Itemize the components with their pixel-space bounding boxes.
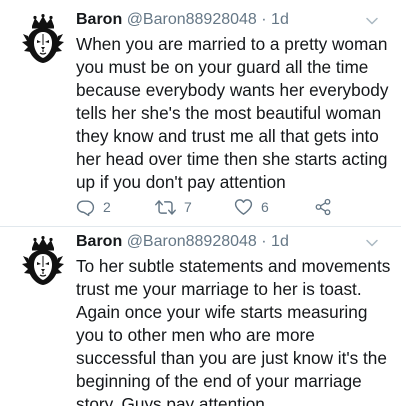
tweet-header: Baron @Baron88928048 · 1d (76, 10, 289, 30)
tweet[interactable]: Baron @Baron88928048 · 1d To her subtle … (0, 226, 401, 406)
avatar[interactable] (18, 236, 68, 286)
chevron-down-icon[interactable] (365, 236, 379, 250)
separator: · (261, 233, 267, 250)
reply-count: 2 (103, 199, 111, 215)
like-count: 6 (261, 199, 269, 215)
retweet-count: 7 (184, 199, 192, 215)
tweet[interactable]: Baron @Baron88928048 · 1d When you are m… (0, 0, 401, 226)
share-icon (315, 198, 331, 216)
tweet-header: Baron @Baron88928048 · 1d (76, 232, 289, 252)
tweet-text: When you are married to a pretty woman y… (76, 34, 389, 192)
display-name[interactable]: Baron (76, 11, 122, 28)
reply-button[interactable]: 2 (76, 196, 111, 218)
retweet-button[interactable]: 7 (155, 196, 192, 218)
timestamp[interactable]: 1d (271, 11, 289, 28)
display-name[interactable]: Baron (76, 233, 122, 250)
avatar[interactable] (18, 14, 68, 64)
separator: · (261, 11, 267, 28)
tweet-actions: 2 7 6 (76, 196, 376, 218)
chevron-down-icon[interactable] (365, 14, 379, 28)
timestamp[interactable]: 1d (271, 233, 289, 250)
share-button[interactable] (314, 196, 332, 218)
user-handle[interactable]: @Baron88928048 (127, 11, 257, 28)
heart-icon (234, 199, 253, 215)
tweet-text: To her subtle statements and movements t… (76, 256, 391, 406)
retweet-icon (155, 199, 176, 215)
like-button[interactable]: 6 (234, 196, 269, 218)
user-handle[interactable]: @Baron88928048 (127, 233, 257, 250)
reply-icon (76, 199, 95, 216)
